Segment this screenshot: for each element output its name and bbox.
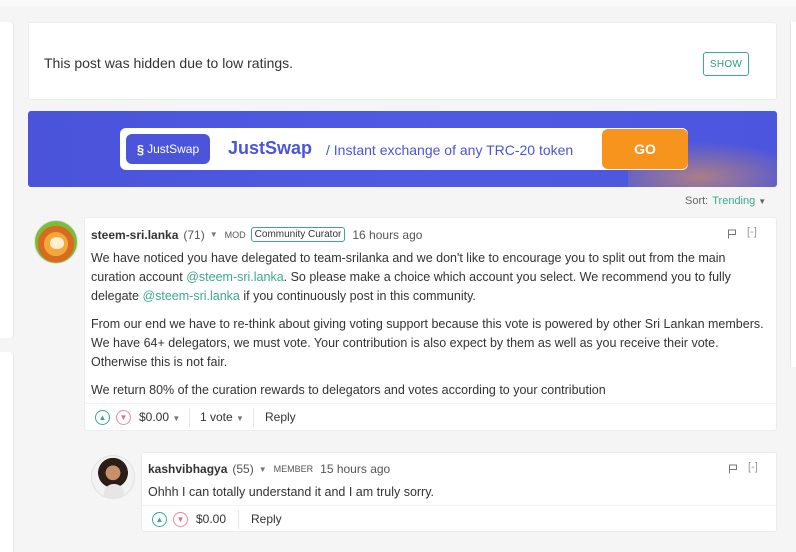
left-sidebar-panel-lower	[0, 352, 14, 552]
author-reputation: (71)	[183, 227, 205, 242]
flag-icon[interactable]	[728, 464, 738, 474]
caret-down-icon[interactable]: ▼	[210, 230, 218, 239]
reply-button[interactable]: Reply	[265, 410, 296, 424]
author-reputation: (55)	[232, 462, 254, 476]
caret-down-icon: ▼	[236, 414, 244, 423]
chevron-down-icon[interactable]: ▼	[116, 410, 131, 425]
comment-actions: ▲ ▼ $0.00 ▼ 1 vote ▼ Reply	[85, 403, 776, 431]
chevron-up-icon[interactable]: ▲	[95, 410, 110, 425]
banner-pill: § JustSwap JustSwap / Instant exchange o…	[120, 128, 688, 170]
comment-header: kashvibhagya (55) ▼ MEMBER 15 hours ago	[148, 462, 390, 476]
banner-tagline: / Instant exchange of any TRC-20 token	[326, 142, 574, 158]
payout-value[interactable]: $0.00	[196, 512, 226, 526]
comment-header: steem-sri.lanka (71) ▼ MOD Community Cur…	[91, 227, 422, 242]
hidden-post-card: This post was hidden due to low ratings.…	[28, 22, 777, 100]
divider	[238, 510, 239, 529]
comment-paragraph: We have noticed you have delegated to te…	[91, 249, 771, 306]
justswap-logo-icon: §	[136, 141, 145, 157]
collapse-toggle[interactable]: [-]	[748, 461, 758, 473]
payout-value[interactable]: $0.00 ▼	[139, 410, 180, 424]
sort-value[interactable]: Trending	[712, 195, 755, 207]
comment-author[interactable]: steem-sri.lanka	[91, 228, 178, 242]
sort-control[interactable]: Sort: Trending ▼	[685, 195, 766, 207]
flag-icon[interactable]	[727, 229, 737, 239]
chevron-up-icon[interactable]: ▲	[152, 512, 167, 527]
justswap-logo: § JustSwap	[126, 134, 210, 164]
avatar[interactable]	[34, 220, 78, 264]
role-label: MOD	[224, 229, 246, 240]
vote-count-label: 1 vote	[200, 410, 233, 424]
role-label: MEMBER	[273, 464, 314, 474]
show-post-button[interactable]: SHOW	[703, 52, 749, 76]
mention-link[interactable]: @steem-sri.lanka	[142, 289, 239, 303]
mention-link[interactable]: @steem-sri.lanka	[186, 270, 283, 284]
comment-author[interactable]: kashvibhagya	[148, 462, 227, 476]
reply-button[interactable]: Reply	[251, 512, 282, 526]
comment-actions: ▲ ▼ $0.00 Reply	[142, 505, 776, 533]
banner-go-button[interactable]: GO	[602, 129, 688, 169]
left-sidebar-panel	[0, 22, 14, 338]
comment-paragraph: From our end we have to re-think about g…	[91, 317, 764, 369]
vote-count[interactable]: 1 vote ▼	[200, 410, 244, 424]
avatar[interactable]	[91, 455, 135, 499]
hidden-post-message: This post was hidden due to low ratings.	[44, 55, 294, 71]
justswap-logo-text: JustSwap	[147, 142, 200, 156]
comment-card: steem-sri.lanka (71) ▼ MOD Community Cur…	[84, 217, 777, 431]
divider	[253, 408, 254, 427]
right-sidebar-panel	[790, 22, 796, 367]
justswap-ad-banner[interactable]: § JustSwap JustSwap / Instant exchange o…	[28, 111, 777, 187]
top-strip	[0, 0, 796, 6]
payout-amount: $0.00	[139, 410, 170, 424]
comment-paragraph: We return 80% of the curation rewards to…	[91, 383, 606, 397]
chevron-down-icon[interactable]: ▼	[173, 512, 188, 527]
comment-timestamp[interactable]: 15 hours ago	[320, 462, 390, 476]
caret-down-icon: ▼	[172, 414, 181, 423]
comment-timestamp[interactable]: 16 hours ago	[352, 228, 422, 242]
sort-label: Sort:	[685, 195, 709, 207]
caret-down-icon[interactable]: ▼	[259, 465, 267, 474]
comment-text: if you continuously post in this communi…	[239, 289, 476, 303]
caret-down-icon: ▼	[758, 197, 767, 206]
comment-card-reply: kashvibhagya (55) ▼ MEMBER 15 hours ago …	[141, 452, 777, 532]
comment-paragraph: Ohhh I can totally understand it and I a…	[148, 485, 435, 499]
banner-brand: JustSwap	[228, 138, 313, 158]
role-badge: Community Curator	[250, 227, 346, 242]
collapse-toggle[interactable]: [-]	[747, 226, 757, 238]
divider	[189, 408, 190, 427]
